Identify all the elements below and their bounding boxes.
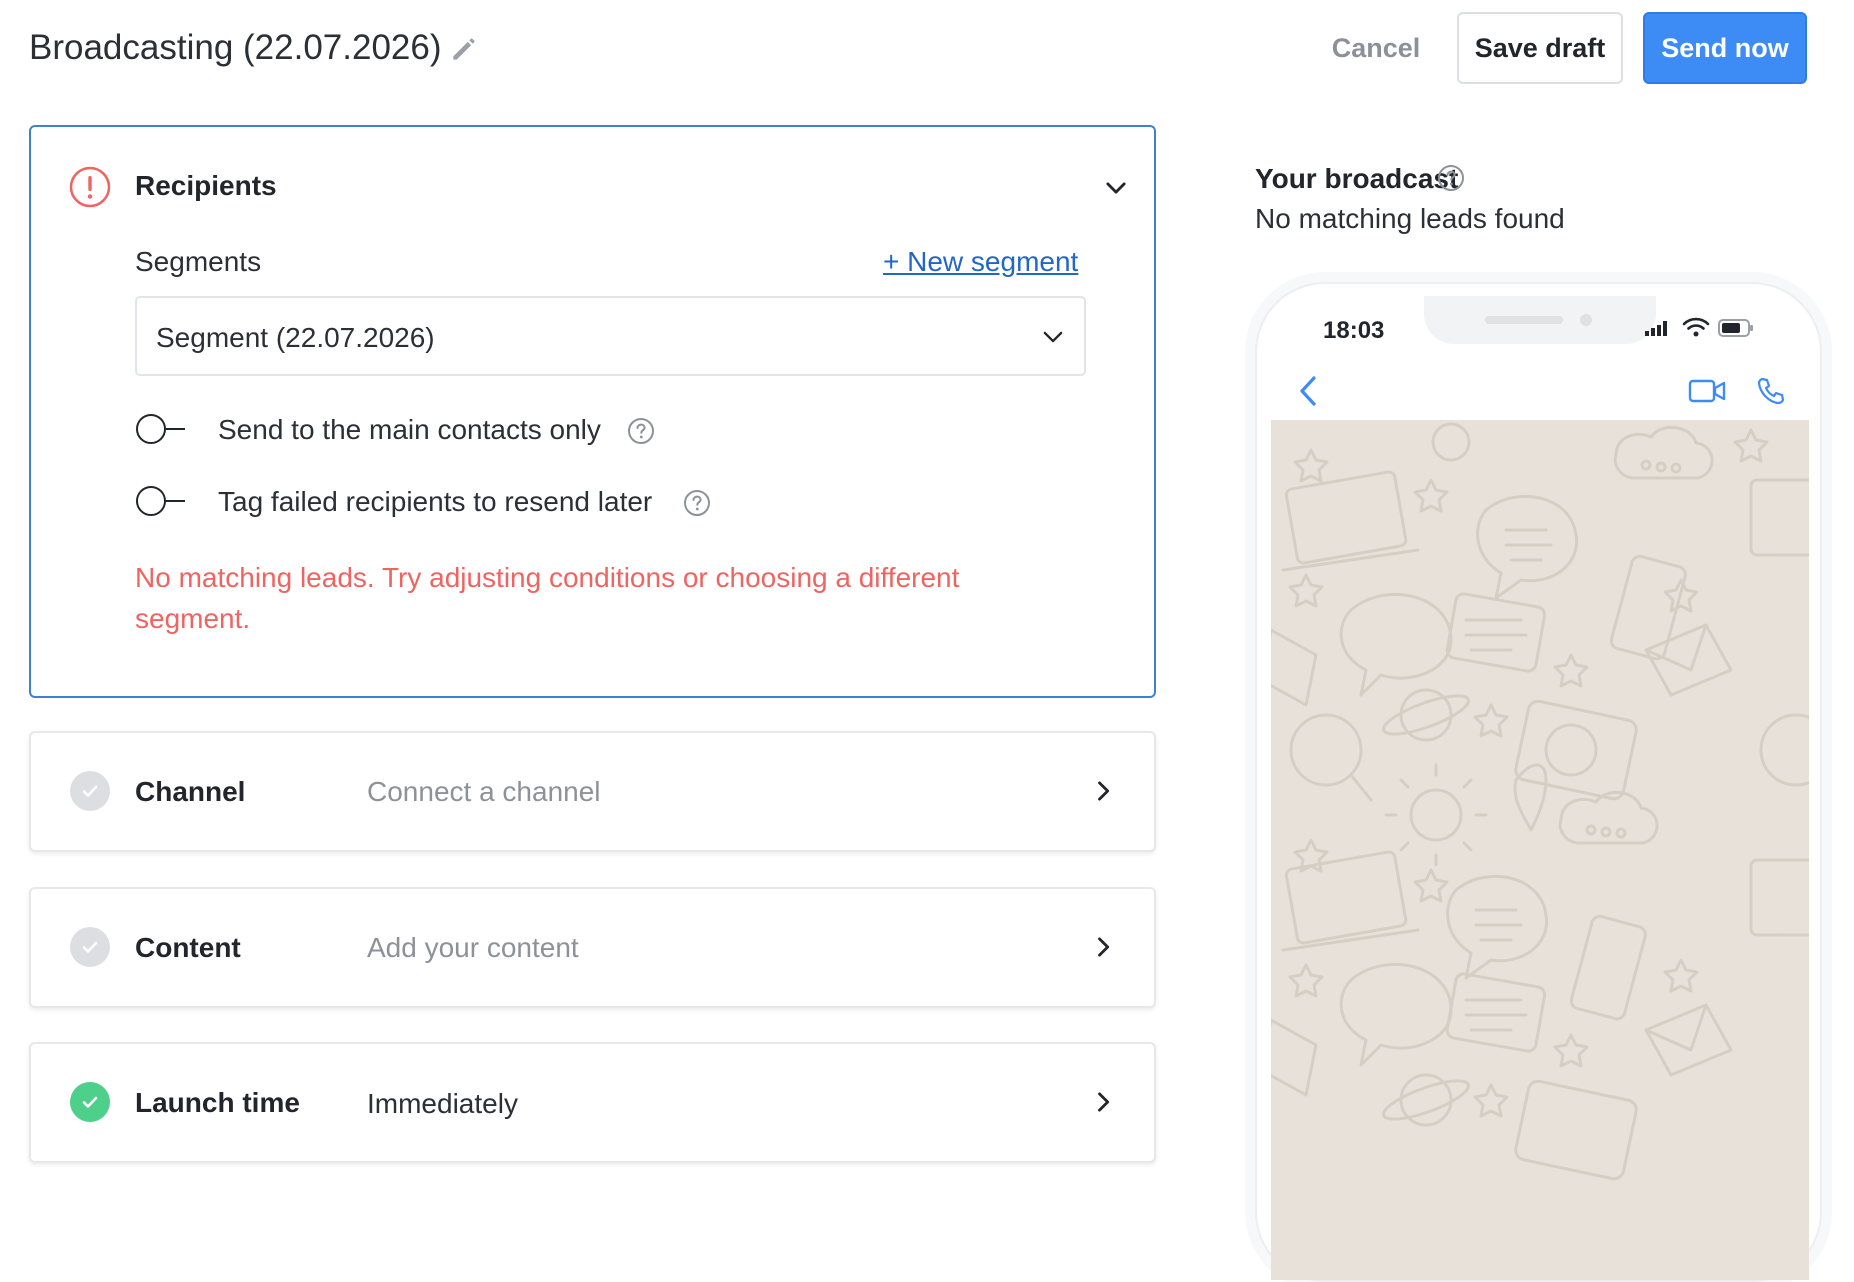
back-arrow-icon[interactable] xyxy=(1295,374,1321,408)
phone-camera xyxy=(1580,314,1592,326)
phone-call-icon[interactable] xyxy=(1756,376,1786,406)
question-circle-icon[interactable] xyxy=(1437,164,1465,192)
wifi-icon xyxy=(1682,317,1710,337)
content-value: Add your content xyxy=(367,932,579,963)
alert-circle-icon xyxy=(69,166,111,208)
signal-icon xyxy=(1645,321,1667,336)
cancel-button[interactable]: Cancel xyxy=(1316,12,1436,84)
tag-failed-label: Tag failed recipients to resend later xyxy=(218,486,653,517)
check-icon xyxy=(70,927,110,967)
chat-wallpaper-pattern xyxy=(1271,422,1809,1181)
question-circle-icon[interactable] xyxy=(683,489,711,517)
chevron-down-icon xyxy=(1043,331,1063,343)
new-segment-link[interactable]: + New segment xyxy=(883,246,1078,278)
launch-time-value: Immediately xyxy=(367,1088,518,1119)
preview-title: Your broadcast xyxy=(1255,163,1459,194)
launch-time-title: Launch time xyxy=(135,1087,300,1118)
tag-failed-toggle[interactable] xyxy=(135,485,187,517)
save-draft-button[interactable]: Save draft xyxy=(1457,12,1623,84)
phone-clock: 18:03 xyxy=(1323,317,1385,344)
page-title: Broadcasting (22.07.2026) xyxy=(29,28,442,67)
question-circle-icon[interactable] xyxy=(627,417,655,445)
chevron-right-icon xyxy=(1098,1092,1110,1112)
segments-label: Segments xyxy=(135,246,262,277)
video-call-icon[interactable] xyxy=(1688,378,1726,404)
send-now-button[interactable]: Send now xyxy=(1643,12,1807,84)
check-icon xyxy=(70,1082,110,1122)
phone-speaker xyxy=(1485,316,1563,324)
chevron-right-icon xyxy=(1098,937,1110,957)
content-title: Content xyxy=(135,932,241,963)
recipients-error-message: No matching leads. Try adjusting conditi… xyxy=(135,562,960,634)
preview-subtitle: No matching leads found xyxy=(1255,203,1565,234)
channel-value: Connect a channel xyxy=(367,776,601,807)
chevron-down-icon[interactable] xyxy=(1102,174,1130,202)
chevron-right-icon xyxy=(1098,781,1110,801)
pencil-icon[interactable] xyxy=(448,33,480,65)
segment-select-value: Segment (22.07.2026) xyxy=(156,322,435,353)
main-contacts-toggle[interactable] xyxy=(135,413,187,445)
chat-background xyxy=(1271,420,1809,1280)
check-icon xyxy=(70,771,110,811)
main-contacts-label: Send to the main contacts only xyxy=(218,414,601,445)
channel-title: Channel xyxy=(135,776,246,807)
recipients-title: Recipients xyxy=(135,170,277,201)
battery-icon xyxy=(1718,319,1753,337)
